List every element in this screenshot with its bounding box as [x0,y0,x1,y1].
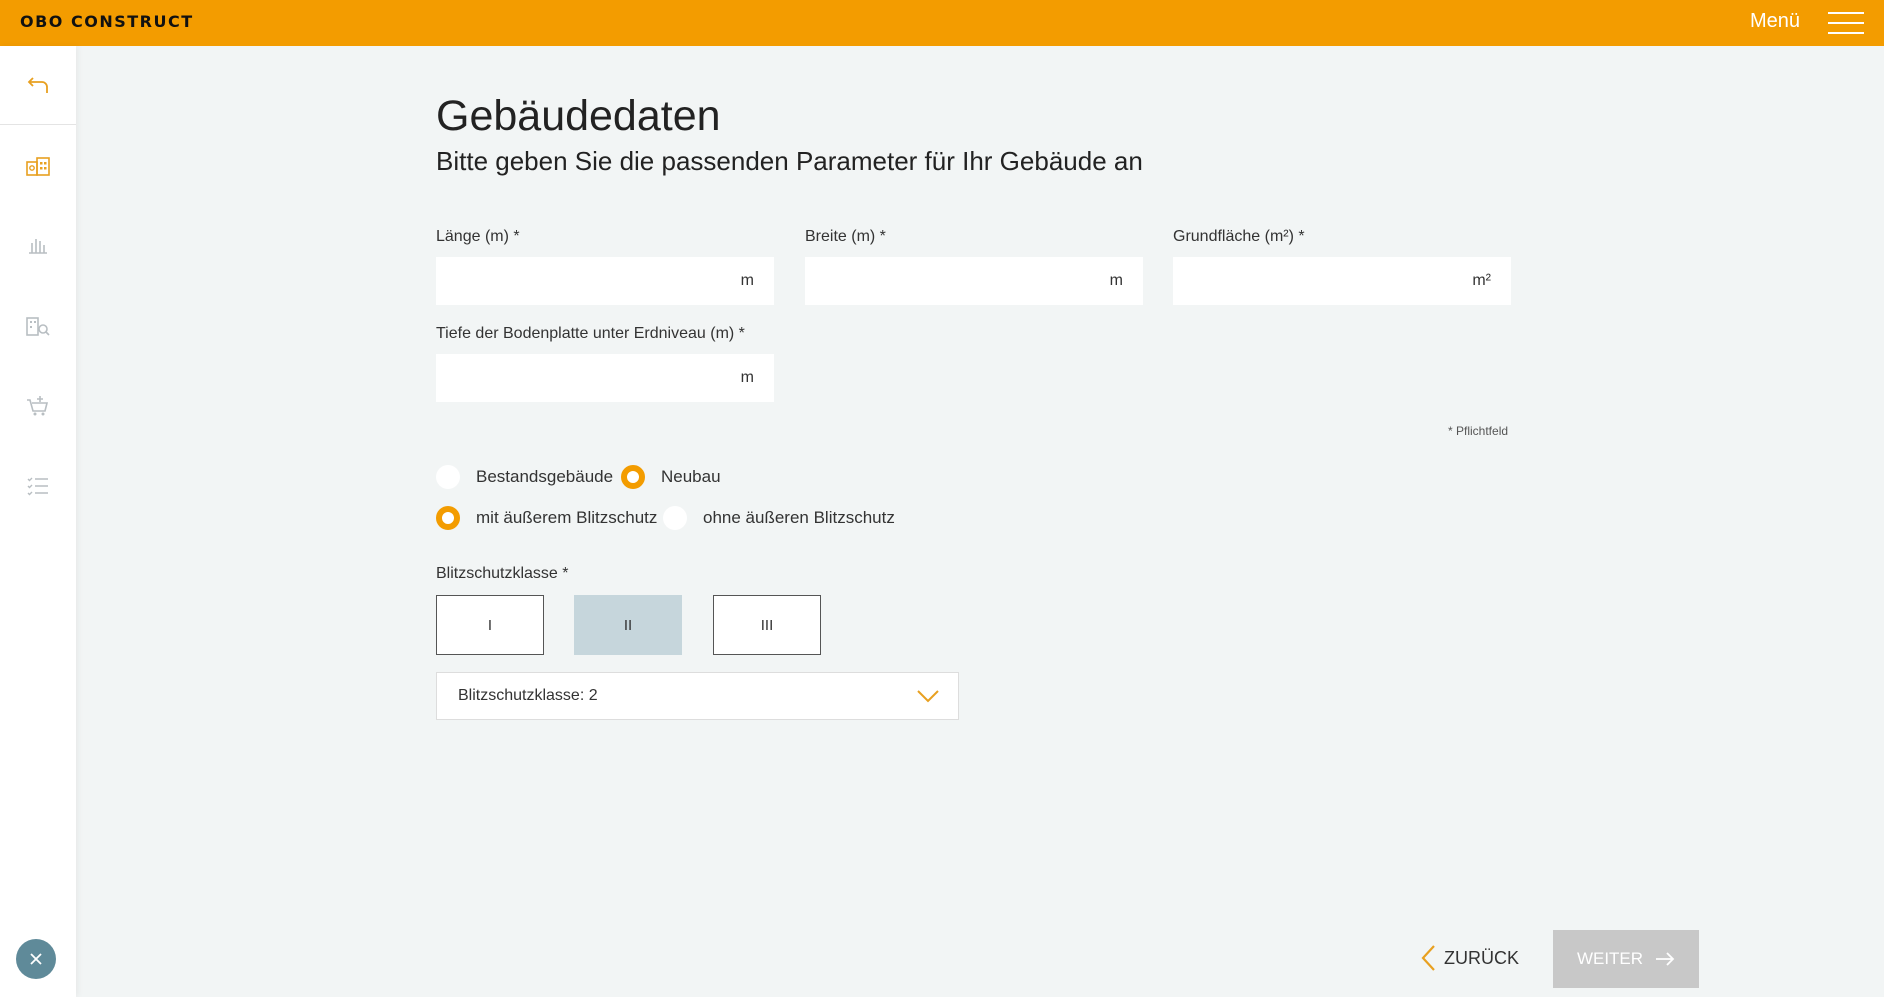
app-logo[interactable]: OBO CONSTRUCT [20,12,194,31]
checklist-icon [27,477,48,496]
laenge-label: Länge (m) * [436,228,520,245]
sidebar-item-building-search[interactable] [0,306,76,346]
next-button-label: WEITER [1576,949,1644,968]
sidebar-item-checklist[interactable] [0,466,76,506]
radio-mit-blitzschutz[interactable]: mit äußerem Blitzschutz [436,506,657,530]
tiefe-field-box: m [436,354,774,402]
chevron-left-icon [1421,945,1435,971]
menu-label[interactable]: Menü [1750,10,1800,33]
building-search-icon [26,317,50,336]
sidebar [0,46,76,997]
tiefe-label: Tiefe der Bodenplatte unter Erdniveau (m… [436,325,745,342]
required-note: * Pflichtfeld [1448,424,1509,438]
grundflaeche-unit: m² [1472,272,1491,289]
close-button[interactable] [16,939,56,979]
main-content: Gebäudedaten Bitte geben Sie die passend… [436,0,1536,997]
blitzschutzklasse-dropdown[interactable]: Blitzschutzklasse: 2 [436,672,959,720]
radio-neubau-label: Neubau [661,467,721,486]
sidebar-item-cart[interactable] [0,386,76,426]
tiefe-input[interactable] [436,354,741,402]
radio-ohne-blitzschutz-circle[interactable] [663,506,687,530]
breite-field-box: m [805,257,1143,305]
grundflaeche-input[interactable] [1173,257,1473,305]
arrow-right-icon [1656,952,1675,966]
grundflaeche-field-box: m² [1173,257,1511,305]
breite-unit: m [1109,272,1123,289]
radio-ohne-blitzschutz[interactable]: ohne äußeren Blitzschutz [663,506,895,530]
back-arrow-icon [27,77,48,93]
sidebar-item-building-data[interactable] [0,146,76,186]
radio-neubau-circle[interactable] [621,465,645,489]
radio-bestandsgebaeude-circle[interactable] [436,465,460,489]
laenge-field-box: m [436,257,774,305]
page-title: Gebäudedaten [436,92,721,140]
breite-input[interactable] [805,257,1110,305]
radio-mit-blitzschutz-label: mit äußerem Blitzschutz [476,508,658,527]
class-button-1[interactable]: I [436,595,544,655]
dropdown-value: Blitzschutzklasse: 2 [458,687,598,704]
back-button[interactable]: ZURÜCK [1420,930,1540,986]
tiefe-unit: m [740,369,754,386]
page-subtitle: Bitte geben Sie die passenden Parameter … [436,146,1143,176]
sidebar-back-button[interactable] [0,46,76,125]
radio-neubau[interactable]: Neubau [621,465,721,489]
radio-bestandsgebaeude[interactable]: Bestandsgebäude [436,465,613,489]
grounding-icon [29,239,47,254]
next-button[interactable]: WEITER [1553,930,1699,988]
close-icon [30,953,42,965]
blitzschutzklasse-label: Blitzschutzklasse * [436,565,569,582]
chevron-down-icon [898,689,958,703]
hamburger-menu-icon[interactable] [1828,5,1864,41]
radio-mit-blitzschutz-circle[interactable] [436,506,460,530]
laenge-input[interactable] [436,257,741,305]
class-button-3[interactable]: III [713,595,821,655]
cart-add-icon [27,396,49,416]
radio-bestandsgebaeude-label: Bestandsgebäude [476,467,614,486]
back-button-label: ZURÜCK [1444,947,1519,968]
sidebar-item-grounding[interactable] [0,226,76,266]
class-button-2[interactable]: II [574,595,682,655]
radio-ohne-blitzschutz-label: ohne äußeren Blitzschutz [703,508,895,527]
laenge-unit: m [740,272,754,289]
breite-label: Breite (m) * [805,228,886,245]
grundflaeche-label: Grundfläche (m²) * [1173,228,1305,245]
building-data-icon [26,157,50,176]
